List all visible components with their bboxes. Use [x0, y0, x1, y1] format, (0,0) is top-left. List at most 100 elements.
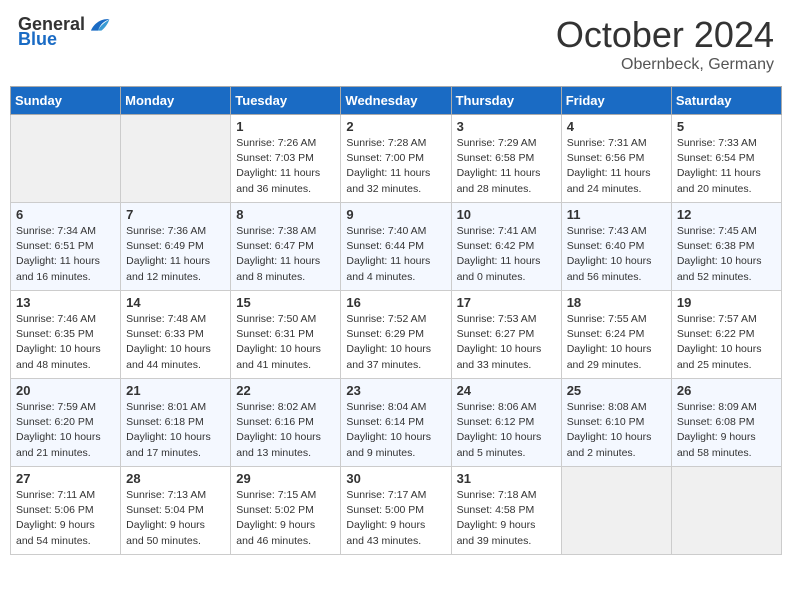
day-number: 17 [457, 295, 556, 310]
col-header-friday: Friday [561, 87, 671, 115]
day-number: 21 [126, 383, 225, 398]
day-info: Sunrise: 8:06 AMSunset: 6:12 PMDaylight:… [457, 400, 556, 461]
day-info: Sunrise: 7:15 AMSunset: 5:02 PMDaylight:… [236, 488, 335, 549]
calendar-cell: 22 Sunrise: 8:02 AMSunset: 6:16 PMDayligh… [231, 379, 341, 467]
day-info: Sunrise: 8:04 AMSunset: 6:14 PMDaylight:… [346, 400, 445, 461]
day-number: 10 [457, 207, 556, 222]
calendar-cell [121, 115, 231, 203]
calendar-cell: 8 Sunrise: 7:38 AMSunset: 6:47 PMDaylight… [231, 203, 341, 291]
day-number: 6 [16, 207, 115, 222]
day-info: Sunrise: 7:53 AMSunset: 6:27 PMDaylight:… [457, 312, 556, 373]
calendar-cell [671, 467, 781, 555]
calendar-cell: 7 Sunrise: 7:36 AMSunset: 6:49 PMDaylight… [121, 203, 231, 291]
day-number: 24 [457, 383, 556, 398]
day-number: 8 [236, 207, 335, 222]
calendar-cell: 27 Sunrise: 7:11 AMSunset: 5:06 PMDayligh… [11, 467, 121, 555]
day-number: 7 [126, 207, 225, 222]
logo-blue: Blue [18, 29, 57, 50]
day-number: 25 [567, 383, 666, 398]
day-info: Sunrise: 7:33 AMSunset: 6:54 PMDaylight:… [677, 136, 776, 197]
calendar-cell: 15 Sunrise: 7:50 AMSunset: 6:31 PMDayligh… [231, 291, 341, 379]
day-number: 23 [346, 383, 445, 398]
day-info: Sunrise: 7:59 AMSunset: 6:20 PMDaylight:… [16, 400, 115, 461]
calendar-cell: 26Sunrise: 8:09 AMSunset: 6:08 PMDayligh… [671, 379, 781, 467]
day-number: 3 [457, 119, 556, 134]
col-header-tuesday: Tuesday [231, 87, 341, 115]
calendar-cell: 16Sunrise: 7:52 AMSunset: 6:29 PMDayligh… [341, 291, 451, 379]
day-info: Sunrise: 7:18 AMSunset: 4:58 PMDaylight:… [457, 488, 556, 549]
calendar-cell: 13 Sunrise: 7:46 AMSunset: 6:35 PMDayligh… [11, 291, 121, 379]
calendar-cell: 4 Sunrise: 7:31 AMSunset: 6:56 PMDaylight… [561, 115, 671, 203]
day-number: 22 [236, 383, 335, 398]
page-header: General Blue October 2024 Obernbeck, Ger… [10, 10, 782, 78]
calendar-cell [11, 115, 121, 203]
calendar-cell: 2Sunrise: 7:28 AMSunset: 7:00 PMDaylight… [341, 115, 451, 203]
day-info: Sunrise: 8:01 AMSunset: 6:18 PMDaylight:… [126, 400, 225, 461]
day-info: Sunrise: 7:40 AMSunset: 6:44 PMDaylight:… [346, 224, 445, 285]
calendar-cell: 14Sunrise: 7:48 AMSunset: 6:33 PMDayligh… [121, 291, 231, 379]
calendar-cell: 19 Sunrise: 7:57 AMSunset: 6:22 PMDayligh… [671, 291, 781, 379]
calendar-week-row: 1 Sunrise: 7:26 AMSunset: 7:03 PMDaylight… [11, 115, 782, 203]
title-block: October 2024 Obernbeck, Germany [556, 14, 774, 74]
day-info: Sunrise: 7:41 AMSunset: 6:42 PMDaylight:… [457, 224, 556, 285]
day-number: 26 [677, 383, 776, 398]
calendar-week-row: 27 Sunrise: 7:11 AMSunset: 5:06 PMDayligh… [11, 467, 782, 555]
calendar-cell: 10 Sunrise: 7:41 AMSunset: 6:42 PMDayligh… [451, 203, 561, 291]
calendar-cell: 6Sunrise: 7:34 AMSunset: 6:51 PMDaylight… [11, 203, 121, 291]
day-number: 30 [346, 471, 445, 486]
calendar-cell: 17 Sunrise: 7:53 AMSunset: 6:27 PMDayligh… [451, 291, 561, 379]
day-info: Sunrise: 7:45 AMSunset: 6:38 PMDaylight:… [677, 224, 776, 285]
calendar-cell: 3Sunrise: 7:29 AMSunset: 6:58 PMDaylight… [451, 115, 561, 203]
calendar-cell: 18 Sunrise: 7:55 AMSunset: 6:24 PMDayligh… [561, 291, 671, 379]
calendar-title: October 2024 [556, 14, 774, 56]
calendar-table: SundayMondayTuesdayWednesdayThursdayFrid… [10, 86, 782, 555]
day-number: 19 [677, 295, 776, 310]
day-number: 1 [236, 119, 335, 134]
day-number: 27 [16, 471, 115, 486]
day-number: 29 [236, 471, 335, 486]
day-info: Sunrise: 7:46 AMSunset: 6:35 PMDaylight:… [16, 312, 115, 373]
day-number: 14 [126, 295, 225, 310]
calendar-cell: 9 Sunrise: 7:40 AMSunset: 6:44 PMDaylight… [341, 203, 451, 291]
day-info: Sunrise: 7:50 AMSunset: 6:31 PMDaylight:… [236, 312, 335, 373]
day-info: Sunrise: 7:17 AMSunset: 5:00 PMDaylight:… [346, 488, 445, 549]
calendar-cell: 1 Sunrise: 7:26 AMSunset: 7:03 PMDaylight… [231, 115, 341, 203]
col-header-monday: Monday [121, 87, 231, 115]
day-info: Sunrise: 7:57 AMSunset: 6:22 PMDaylight:… [677, 312, 776, 373]
calendar-week-row: 6Sunrise: 7:34 AMSunset: 6:51 PMDaylight… [11, 203, 782, 291]
calendar-cell: 24 Sunrise: 8:06 AMSunset: 6:12 PMDayligh… [451, 379, 561, 467]
logo: General Blue [18, 14, 111, 50]
calendar-week-row: 13 Sunrise: 7:46 AMSunset: 6:35 PMDayligh… [11, 291, 782, 379]
day-number: 2 [346, 119, 445, 134]
calendar-header-row: SundayMondayTuesdayWednesdayThursdayFrid… [11, 87, 782, 115]
day-info: Sunrise: 7:11 AMSunset: 5:06 PMDaylight:… [16, 488, 115, 549]
calendar-cell: 28Sunrise: 7:13 AMSunset: 5:04 PMDayligh… [121, 467, 231, 555]
calendar-cell: 25 Sunrise: 8:08 AMSunset: 6:10 PMDayligh… [561, 379, 671, 467]
day-number: 15 [236, 295, 335, 310]
calendar-cell: 20Sunrise: 7:59 AMSunset: 6:20 PMDayligh… [11, 379, 121, 467]
day-info: Sunrise: 7:38 AMSunset: 6:47 PMDaylight:… [236, 224, 335, 285]
day-info: Sunrise: 7:26 AMSunset: 7:03 PMDaylight:… [236, 136, 335, 197]
calendar-body: 1 Sunrise: 7:26 AMSunset: 7:03 PMDaylight… [11, 115, 782, 555]
calendar-cell [561, 467, 671, 555]
calendar-week-row: 20Sunrise: 7:59 AMSunset: 6:20 PMDayligh… [11, 379, 782, 467]
day-info: Sunrise: 7:55 AMSunset: 6:24 PMDaylight:… [567, 312, 666, 373]
day-info: Sunrise: 7:36 AMSunset: 6:49 PMDaylight:… [126, 224, 225, 285]
day-number: 18 [567, 295, 666, 310]
day-number: 4 [567, 119, 666, 134]
day-info: Sunrise: 8:02 AMSunset: 6:16 PMDaylight:… [236, 400, 335, 461]
day-number: 31 [457, 471, 556, 486]
day-number: 13 [16, 295, 115, 310]
day-number: 28 [126, 471, 225, 486]
day-info: Sunrise: 7:52 AMSunset: 6:29 PMDaylight:… [346, 312, 445, 373]
calendar-cell: 12Sunrise: 7:45 AMSunset: 6:38 PMDayligh… [671, 203, 781, 291]
calendar-cell: 11Sunrise: 7:43 AMSunset: 6:40 PMDayligh… [561, 203, 671, 291]
day-info: Sunrise: 8:08 AMSunset: 6:10 PMDaylight:… [567, 400, 666, 461]
day-info: Sunrise: 7:31 AMSunset: 6:56 PMDaylight:… [567, 136, 666, 197]
day-number: 9 [346, 207, 445, 222]
calendar-cell: 5Sunrise: 7:33 AMSunset: 6:54 PMDaylight… [671, 115, 781, 203]
calendar-cell: 31 Sunrise: 7:18 AMSunset: 4:58 PMDayligh… [451, 467, 561, 555]
calendar-cell: 21 Sunrise: 8:01 AMSunset: 6:18 PMDayligh… [121, 379, 231, 467]
calendar-location: Obernbeck, Germany [556, 56, 774, 74]
logo-bird-icon [87, 15, 111, 35]
